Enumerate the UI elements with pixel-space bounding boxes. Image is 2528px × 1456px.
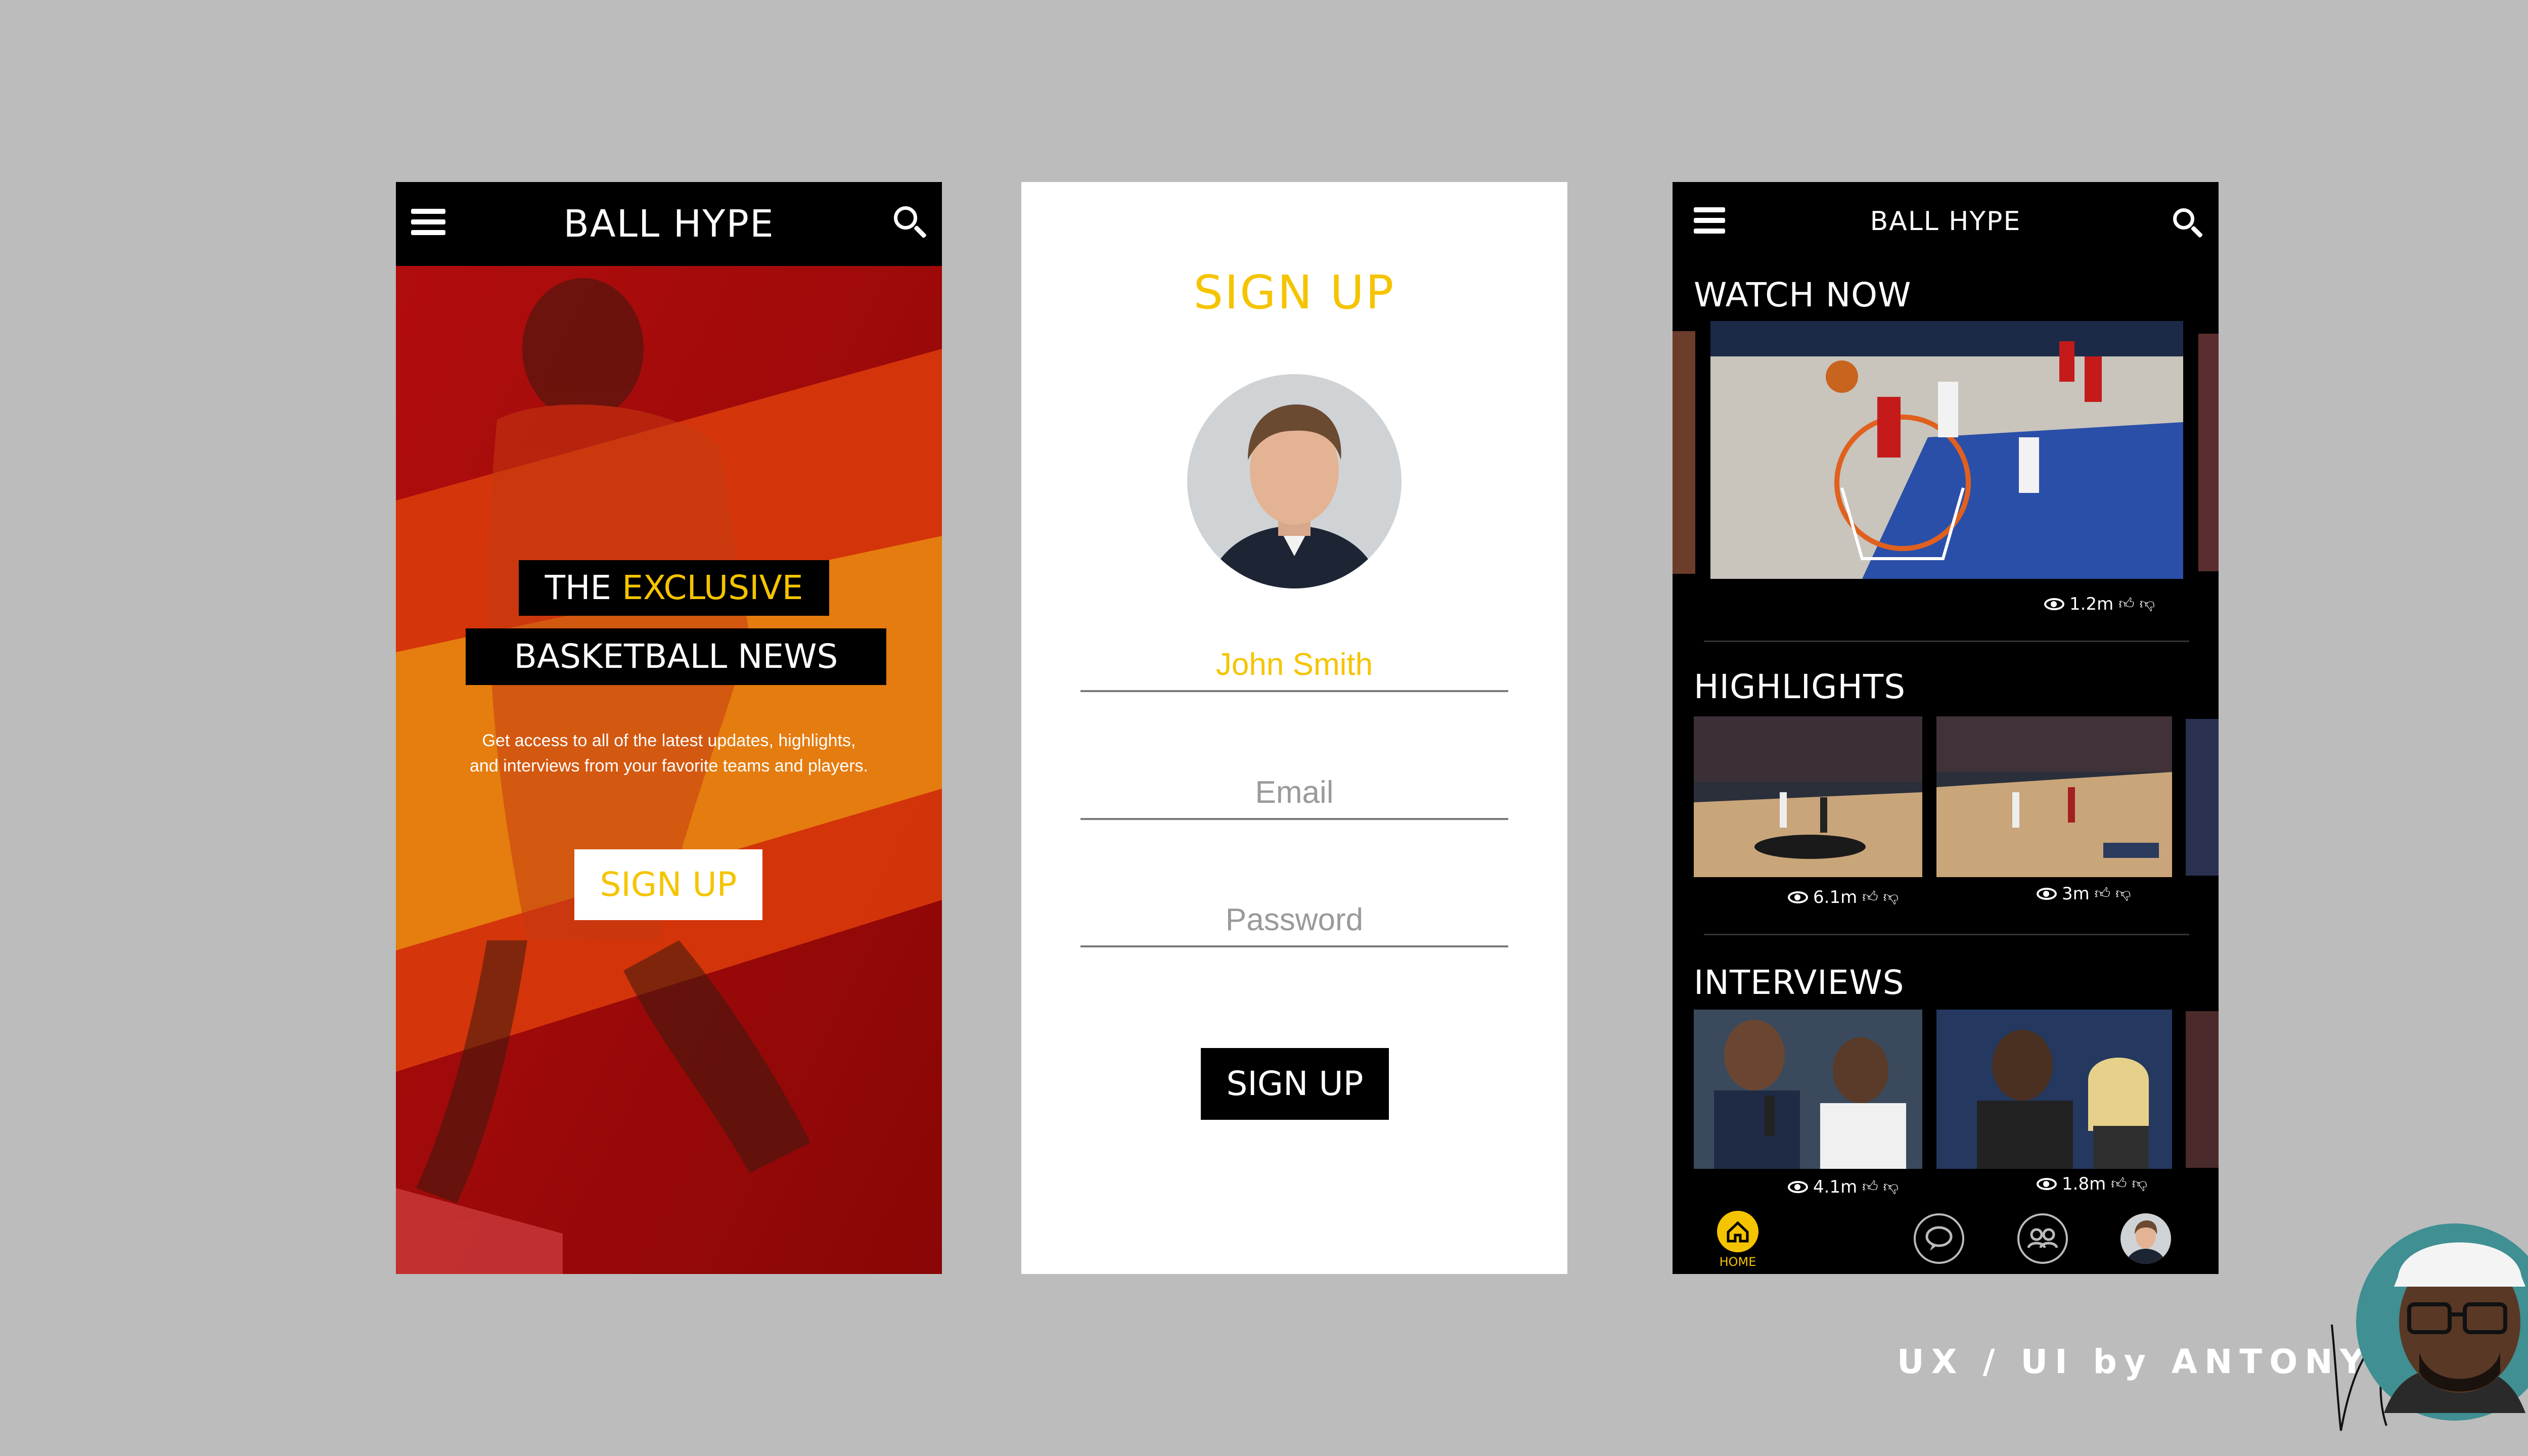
bottom-nav: HOME xyxy=(1673,1198,2219,1274)
views-icon xyxy=(1788,891,1808,903)
highlight-stats: 6.1m 👍︎ 👎︎ xyxy=(1788,887,1899,907)
dislike-icon[interactable]: 👎︎ xyxy=(1883,890,1899,905)
watch-now-views: 1.2m xyxy=(2069,594,2114,614)
views-icon xyxy=(2037,1178,2057,1190)
friends-glyph xyxy=(2027,1228,2058,1249)
top-bar: BALL HYPE xyxy=(396,182,942,266)
signup-submit-button[interactable]: SIGN UP xyxy=(1201,1048,1389,1120)
like-icon[interactable]: 👍︎ xyxy=(2095,886,2110,901)
next-highlight-peek[interactable] xyxy=(2186,719,2219,876)
designer-avatar xyxy=(2356,1223,2528,1421)
description-line1: Get access to all of the latest updates,… xyxy=(482,731,856,750)
section-divider xyxy=(1704,641,2189,642)
designer-credit: UX / UI by ANTONY xyxy=(1897,1342,2371,1381)
highlight-stats: 3m 👍︎ 👎︎ xyxy=(2037,884,2131,904)
interview-views: 4.1m xyxy=(1813,1177,1858,1197)
next-video-peek[interactable] xyxy=(2198,334,2219,571)
like-icon[interactable]: 👍︎ xyxy=(1862,1179,1878,1195)
home-label: HOME xyxy=(1719,1255,1756,1269)
dislike-icon[interactable]: 👎︎ xyxy=(2115,886,2131,901)
chat-icon[interactable] xyxy=(1914,1213,1964,1264)
dislike-icon[interactable]: 👎︎ xyxy=(2140,597,2155,612)
interview-video[interactable] xyxy=(1694,1010,1922,1169)
feed-top-bar: BALL HYPE xyxy=(1673,182,2219,258)
splash-signup-button[interactable]: SIGN UP xyxy=(574,849,762,920)
interview-stats: 4.1m 👍︎ 👎︎ xyxy=(1788,1177,1899,1197)
section-divider xyxy=(1704,934,2189,935)
interview-views: 1.8m xyxy=(2062,1174,2106,1194)
prev-video-peek[interactable] xyxy=(1673,331,1695,574)
dislike-icon[interactable]: 👎︎ xyxy=(2132,1176,2147,1192)
headline-exclusive: EXCLUSIVE xyxy=(622,568,803,607)
search-icon[interactable] xyxy=(2173,208,2205,241)
interview-stats: 1.8m 👍︎ 👎︎ xyxy=(2037,1174,2147,1194)
profile-avatar[interactable] xyxy=(2120,1213,2171,1264)
like-icon[interactable]: 👍︎ xyxy=(2118,597,2134,612)
splash-description: Get access to all of the latest updates,… xyxy=(416,728,922,779)
watch-now-video[interactable] xyxy=(1710,321,2183,579)
headline-line1: THE EXCLUSIVE xyxy=(519,560,829,616)
signup-title: SIGN UP xyxy=(1193,265,1395,320)
description-line2: and interviews from your favorite teams … xyxy=(469,756,868,776)
search-icon[interactable] xyxy=(894,206,929,242)
password-field[interactable]: Password xyxy=(1080,895,1508,947)
next-interview-peek[interactable] xyxy=(2186,1011,2219,1168)
profile-avatar[interactable] xyxy=(1187,374,1402,588)
headline-the: THE xyxy=(545,568,612,607)
name-field[interactable]: John Smith xyxy=(1080,640,1508,692)
chat-glyph xyxy=(1925,1226,1953,1251)
highlight-views: 6.1m xyxy=(1813,887,1858,907)
views-icon xyxy=(2037,888,2057,900)
highlights-title: HIGHLIGHTS xyxy=(1694,667,1906,706)
watch-now-title: WATCH NOW xyxy=(1694,276,1912,314)
highlight-video[interactable] xyxy=(1694,716,1922,877)
interview-video[interactable] xyxy=(1936,1010,2172,1169)
email-field[interactable]: Email xyxy=(1080,767,1508,820)
splash-screen: BALL HYPE THE EXCLUSIVE BASKETBALL NEWS … xyxy=(396,182,942,1274)
feed-screen: BALL HYPE WATCH NOW 1.2m 👍︎ 👎︎ HIGHLIGHT… xyxy=(1673,182,2219,1274)
like-icon[interactable]: 👍︎ xyxy=(1862,890,1878,905)
views-icon xyxy=(2044,598,2064,610)
home-icon[interactable] xyxy=(1717,1211,1758,1252)
highlight-views: 3m xyxy=(2062,884,2090,904)
dislike-icon[interactable]: 👎︎ xyxy=(1883,1179,1899,1195)
watch-now-stats: 1.2m 👍︎ 👎︎ xyxy=(2044,594,2155,614)
password-placeholder: Password xyxy=(1225,902,1364,937)
home-glyph xyxy=(1727,1221,1749,1243)
highlight-video[interactable] xyxy=(1936,716,2172,877)
name-field-value: John Smith xyxy=(1215,647,1373,682)
feed-brand: BALL HYPE xyxy=(1870,206,2021,237)
app-brand: BALL HYPE xyxy=(563,202,775,246)
email-placeholder: Email xyxy=(1255,775,1334,810)
interviews-title: INTERVIEWS xyxy=(1694,963,1905,1002)
like-icon[interactable]: 👍︎ xyxy=(2111,1176,2127,1192)
signup-screen: SIGN UP John Smith Email Password SIGN U… xyxy=(1021,182,1567,1274)
views-icon xyxy=(1788,1181,1808,1193)
friends-icon[interactable] xyxy=(2017,1213,2068,1264)
headline-line2: BASKETBALL NEWS xyxy=(466,628,886,685)
